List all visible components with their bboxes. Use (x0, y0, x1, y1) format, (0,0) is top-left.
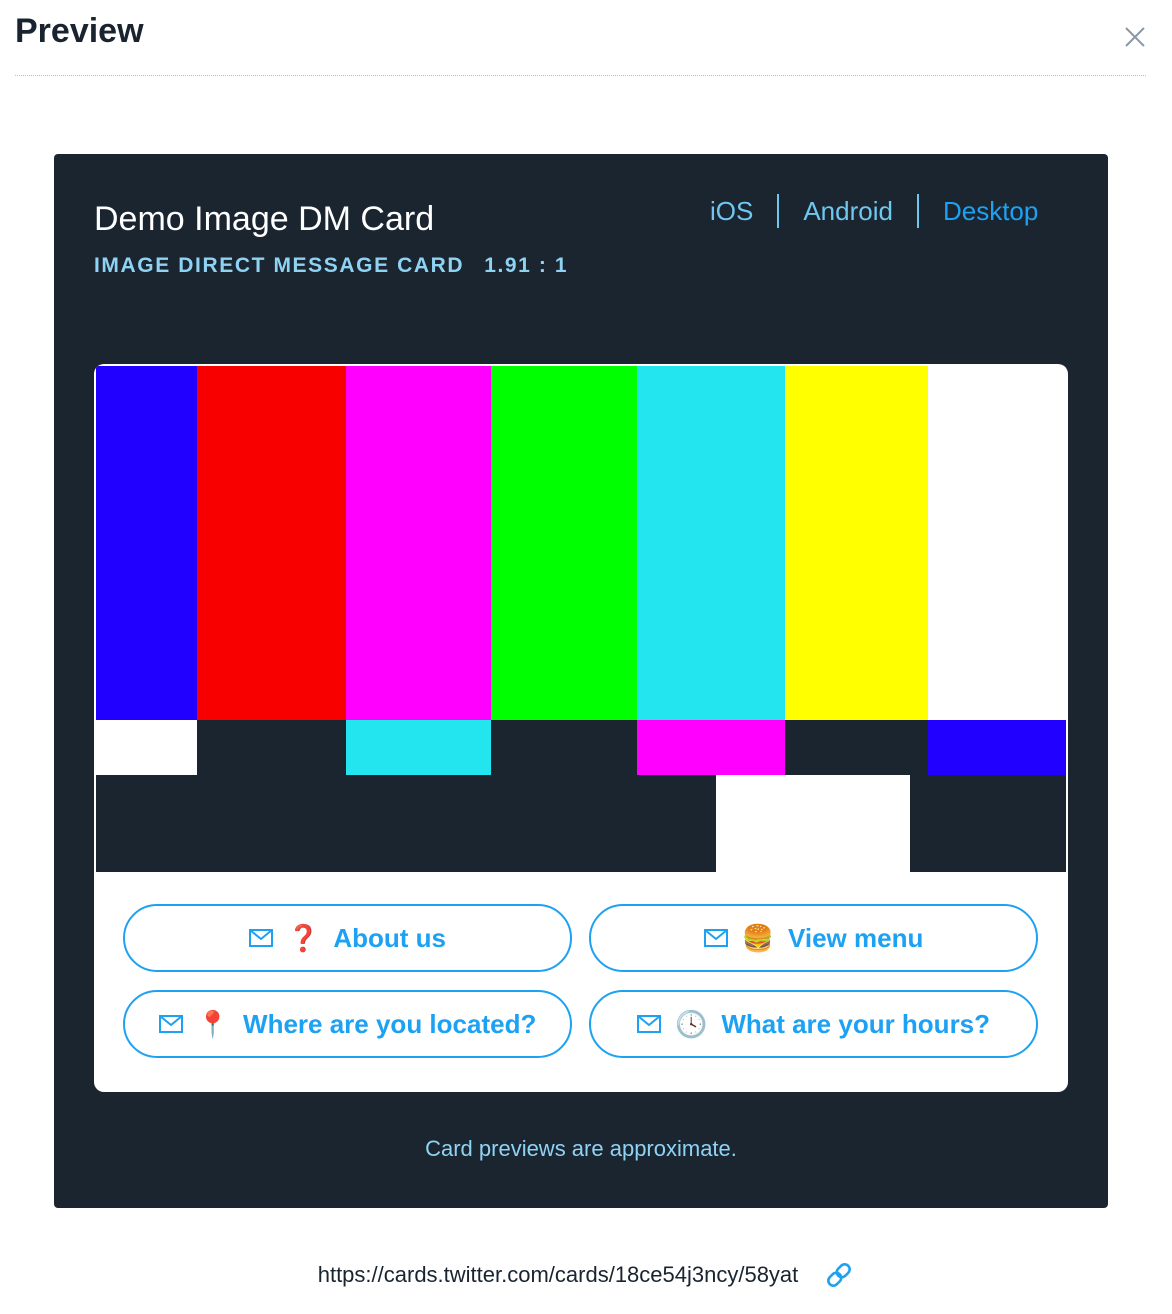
tab-android[interactable]: Android (803, 196, 893, 227)
color-bar (785, 366, 928, 720)
where-located-button[interactable]: 📍 Where are you located? (123, 990, 572, 1058)
card-url-row: https://cards.twitter.com/cards/18ce54j3… (0, 1260, 1172, 1290)
question-mark-icon: ❓ (286, 923, 320, 953)
color-bar (491, 720, 637, 775)
mail-icon (703, 929, 728, 947)
button-label: View menu (788, 922, 924, 953)
tab-divider (777, 194, 780, 228)
color-bar (197, 366, 346, 720)
view-menu-button[interactable]: 🍔 View menu (589, 904, 1038, 972)
color-bar (346, 366, 491, 720)
button-label: Where are you located? (243, 1008, 537, 1039)
color-bar (928, 366, 1066, 720)
mail-icon (248, 929, 273, 947)
dm-card-preview: ❓ About us 🍔 View menu 📍 Where are you l… (94, 364, 1068, 1092)
tab-desktop[interactable]: Desktop (943, 196, 1038, 227)
color-bar (637, 366, 785, 720)
mail-icon (158, 1015, 183, 1033)
card-name: Demo Image DM Card (94, 200, 435, 238)
color-bar (637, 720, 785, 775)
dialog-title: Preview (15, 12, 144, 50)
color-bar (96, 366, 197, 720)
color-bar (346, 720, 491, 775)
color-bar (928, 720, 1066, 775)
card-image (96, 366, 1066, 872)
clock-icon: 🕓 (674, 1009, 708, 1039)
color-bar (491, 366, 637, 720)
card-url[interactable]: https://cards.twitter.com/cards/18ce54j3… (318, 1262, 799, 1288)
aspect-ratio: 1.91 : 1 (484, 254, 569, 277)
platform-tabs: iOS Android Desktop (710, 194, 1038, 228)
hamburger-icon: 🍔 (741, 923, 774, 953)
disclaimer: Card previews are approximate. (425, 1136, 737, 1161)
pushpin-icon: 📍 (196, 1009, 230, 1039)
header-divider (15, 75, 1146, 76)
color-bar (716, 775, 910, 872)
button-label: About us (333, 922, 447, 953)
button-label: What are your hours? (721, 1008, 991, 1039)
close-icon[interactable] (1122, 24, 1148, 50)
preview-panel: Demo Image DM Card IMAGE DIRECT MESSAGE … (54, 154, 1108, 1208)
about-us-button[interactable]: ❓ About us (123, 904, 572, 972)
color-bar (96, 775, 1066, 872)
mail-icon (636, 1015, 661, 1033)
tab-divider (916, 194, 919, 228)
color-bar (96, 720, 197, 775)
link-icon[interactable] (824, 1260, 854, 1290)
hours-button[interactable]: 🕓 What are your hours? (589, 990, 1038, 1058)
color-bar (197, 720, 346, 775)
card-type-row: IMAGE DIRECT MESSAGE CARD 1.91 : 1 (94, 254, 568, 278)
card-type-label: IMAGE DIRECT MESSAGE CARD (94, 254, 465, 277)
tab-ios[interactable]: iOS (710, 196, 753, 227)
color-bar (785, 720, 928, 775)
